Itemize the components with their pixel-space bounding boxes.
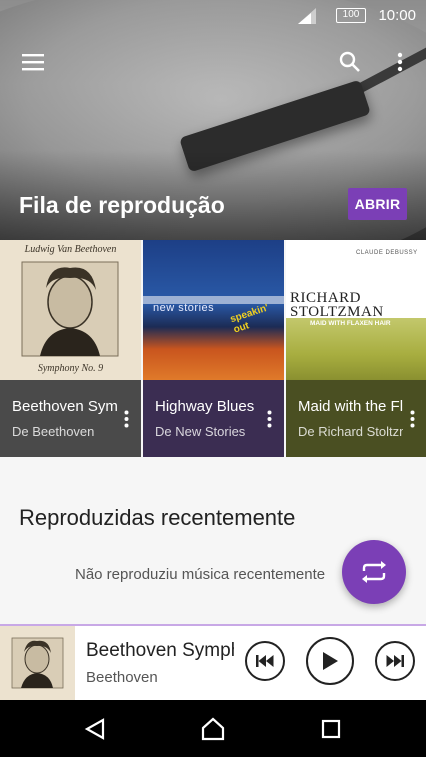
- queue-title: Fila de reprodução: [19, 192, 225, 218]
- beethoven-art-icon: [0, 240, 141, 380]
- album-artist: De Richard Stoltzman: [298, 424, 403, 439]
- art-bottom: [286, 318, 426, 380]
- album-title: Highway Blues: [155, 398, 255, 415]
- album-card[interactable]: Ludwig Van Beethoven Symphony No. 9 Beet…: [0, 240, 141, 457]
- album-art: CLAUDE DEBUSSY RICHARD STOLTZMAN MAID WI…: [286, 240, 426, 380]
- art-title-2: STOLTZMAN: [290, 304, 384, 320]
- app-bar: [0, 44, 426, 84]
- album-meta: Maid with the Flaxen Hair De Richard Sto…: [286, 380, 426, 457]
- album-meta: Highway Blues De New Stories: [143, 380, 284, 457]
- album-title: Maid with the Flaxen Hair: [298, 398, 403, 415]
- art-small: CLAUDE DEBUSSY: [356, 250, 418, 256]
- queue-albums: Ludwig Van Beethoven Symphony No. 9 Beet…: [0, 240, 426, 457]
- now-playing-bar[interactable]: Beethoven Symphony No. 9 Beethoven: [0, 626, 426, 700]
- art-text: new stories: [153, 302, 215, 314]
- album-artist: De Beethoven: [12, 424, 95, 439]
- now-playing-artist: Beethoven: [86, 669, 158, 686]
- recents-icon[interactable]: [316, 714, 346, 744]
- recent-empty-message: Não reproduziu música recentemente: [75, 566, 326, 583]
- play-icon[interactable]: [306, 637, 354, 685]
- repeat-icon[interactable]: [342, 540, 406, 604]
- art-title: Ludwig Van Beethoven: [24, 244, 117, 255]
- skip-next-icon[interactable]: [375, 641, 415, 681]
- search-icon[interactable]: [332, 44, 368, 80]
- battery-indicator: 100: [336, 8, 366, 23]
- album-card[interactable]: new stories speakin' out Highway Blues D…: [143, 240, 284, 457]
- album-meta: Beethoven Symphony No. 9 De Beethoven: [0, 380, 141, 457]
- more-vert-icon[interactable]: [382, 44, 418, 80]
- art-sub: MAID WITH FLAXEN HAIR: [310, 320, 391, 327]
- album-card[interactable]: CLAUDE DEBUSSY RICHARD STOLTZMAN MAID WI…: [286, 240, 426, 457]
- album-artist: De New Stories: [155, 424, 246, 439]
- album-art: Ludwig Van Beethoven Symphony No. 9: [0, 240, 141, 380]
- album-art: new stories speakin' out: [143, 240, 284, 380]
- now-playing-title: Beethoven Symphony No. 9: [86, 640, 234, 661]
- skip-previous-icon[interactable]: [245, 641, 285, 681]
- clock: 10:00: [378, 7, 416, 24]
- system-nav-bar: [0, 700, 426, 757]
- signal-icon: [298, 8, 316, 24]
- open-queue-button[interactable]: ABRIR: [348, 188, 407, 220]
- now-playing-art: [0, 626, 75, 700]
- recent-section-title: Reproduzidas recentemente: [19, 505, 296, 530]
- back-icon[interactable]: [80, 714, 110, 744]
- more-vert-icon[interactable]: [403, 404, 421, 434]
- more-vert-icon[interactable]: [117, 404, 135, 434]
- menu-icon[interactable]: [15, 44, 51, 80]
- home-icon[interactable]: [198, 714, 228, 744]
- status-bar: 100 10:00: [0, 0, 426, 32]
- art-caption: Symphony No. 9: [37, 363, 104, 374]
- album-title: Beethoven Symphony No. 9: [12, 398, 117, 415]
- more-vert-icon[interactable]: [260, 404, 278, 434]
